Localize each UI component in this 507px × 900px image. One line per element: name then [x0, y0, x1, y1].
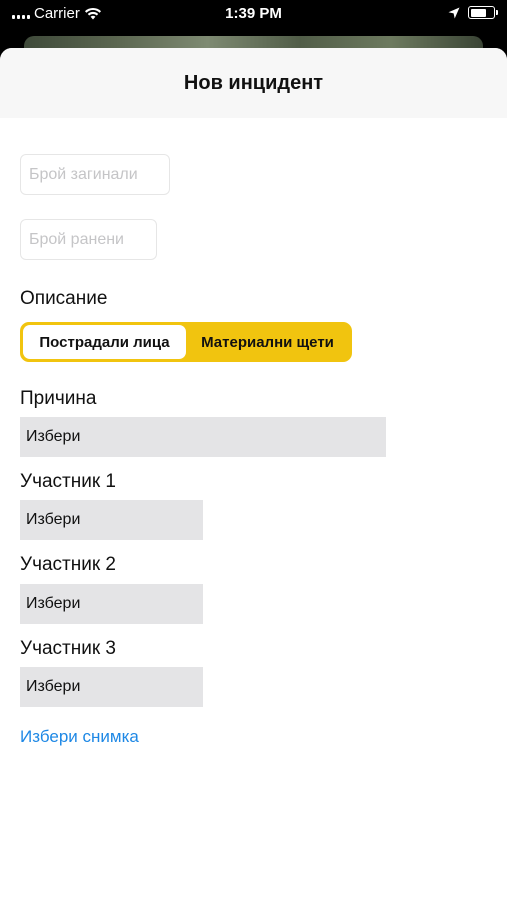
segment-material-damage[interactable]: Материални щети	[186, 325, 349, 359]
status-bar: Carrier 1:39 PM	[0, 0, 507, 30]
status-right	[448, 6, 498, 19]
choose-photo-link[interactable]: Избери снимка	[20, 727, 139, 747]
participant-1-label: Участник 1	[20, 471, 117, 492]
participant-1-picker[interactable]: Избери	[20, 500, 203, 540]
participant-3-picker[interactable]: Избери	[20, 667, 203, 707]
participant-2-label: Участник 2	[20, 554, 117, 575]
injured-count-field[interactable]	[20, 219, 157, 260]
description-segmented-control: Пострадали лица Материални щети	[20, 322, 352, 362]
participant-2-picker[interactable]: Избери	[20, 584, 203, 624]
cause-label: Причина	[20, 388, 97, 409]
dead-count-field[interactable]	[20, 154, 170, 195]
segment-injured-persons[interactable]: Пострадали лица	[23, 325, 186, 359]
status-time: 1:39 PM	[225, 5, 282, 22]
location-arrow-icon	[448, 7, 460, 18]
page-title: Нов инцидент	[183, 72, 324, 94]
participant-3-label: Участник 3	[20, 638, 117, 659]
battery-icon	[468, 6, 498, 19]
cause-picker[interactable]: Избери	[20, 417, 386, 457]
new-incident-sheet: Нов инцидент Описание Пострадали лица Ма…	[0, 48, 507, 900]
description-label: Описание	[20, 288, 108, 309]
navigation-bar: Нов инцидент	[0, 48, 507, 118]
